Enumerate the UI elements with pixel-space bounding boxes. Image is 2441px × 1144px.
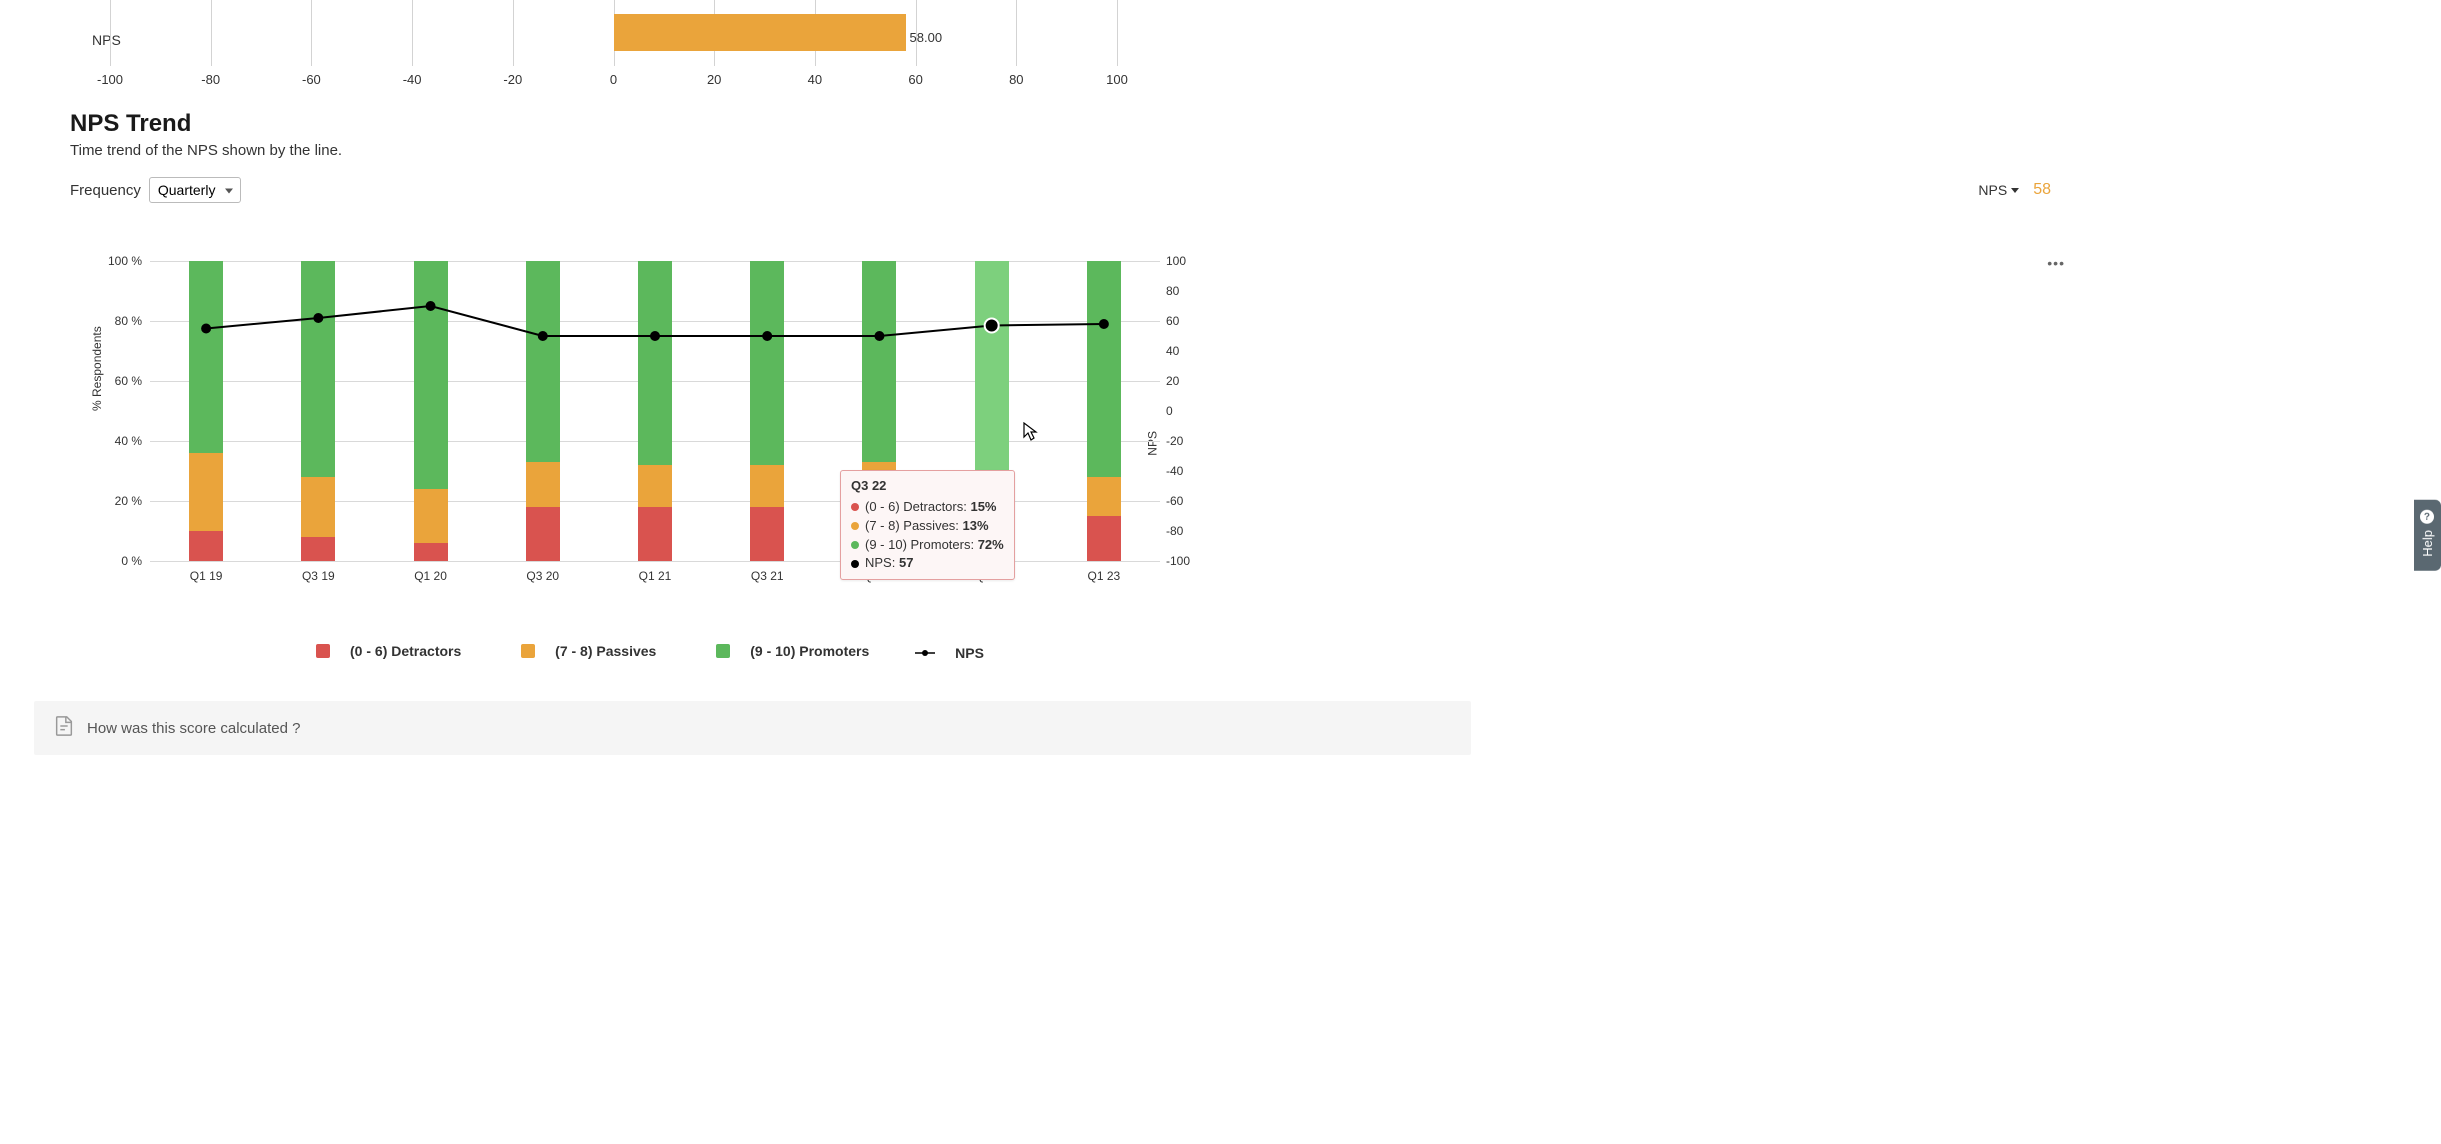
nps-top-tick: 40 (808, 72, 822, 87)
nps-top-chart: NPS -100-80-60-40-2002040608010058.00 (70, 0, 2371, 92)
nps-metric-label: NPS (1978, 182, 2007, 198)
right-tick: 60 (1166, 314, 1200, 328)
nps-metric-dropdown[interactable]: NPS (1978, 182, 2019, 198)
category-label: Q3 21 (751, 569, 784, 583)
tooltip-dot-promoters (851, 541, 859, 549)
help-side-tab[interactable]: Help ? (2414, 500, 2441, 571)
nps-top-plot: -100-80-60-40-2002040608010058.00 (110, 0, 1117, 92)
left-tick: 60 % (106, 374, 142, 388)
nps-top-tick: -40 (403, 72, 422, 87)
section-title: NPS Trend (70, 110, 2371, 138)
left-tick: 40 % (106, 434, 142, 448)
right-tick: -60 (1166, 494, 1200, 508)
category-label: Q3 19 (302, 569, 335, 583)
category-label: Q1 20 (414, 569, 447, 583)
category-label: Q1 19 (190, 569, 223, 583)
tooltip-dot-nps (851, 560, 859, 568)
section-subtitle: Time trend of the NPS shown by the line. (70, 142, 2371, 159)
right-tick: 0 (1166, 404, 1200, 418)
right-tick: -80 (1166, 524, 1200, 538)
nps-top-tick: 100 (1106, 72, 1128, 87)
nps-current-value: 58 (2033, 181, 2051, 199)
legend-detractors[interactable]: (0 - 6) Detractors (302, 643, 475, 659)
frequency-select[interactable]: Quarterly (149, 177, 241, 203)
left-tick: 0 % (106, 554, 142, 568)
nps-top-tick: 0 (610, 72, 617, 87)
left-tick: 20 % (106, 494, 142, 508)
frequency-label: Frequency (70, 182, 141, 199)
category-label: Q1 21 (639, 569, 672, 583)
frequency-select-wrap: Quarterly (149, 177, 241, 203)
nps-top-bar (614, 14, 906, 51)
category-label: Q3 20 (526, 569, 559, 583)
left-tick: 80 % (106, 314, 142, 328)
right-tick: -100 (1166, 554, 1200, 568)
legend-nps[interactable]: NPS (915, 645, 998, 661)
nps-top-tick: -60 (302, 72, 321, 87)
legend-passives[interactable]: (7 - 8) Passives (507, 643, 670, 659)
left-axis-title: % Respondents (90, 326, 104, 411)
nps-top-tick: -100 (97, 72, 123, 87)
chart-tooltip: Q3 22 (0 - 6) Detractors: 15% (7 - 8) Pa… (840, 470, 1015, 580)
legend-promoters[interactable]: (9 - 10) Promoters (702, 643, 883, 659)
tooltip-dot-passives (851, 522, 859, 530)
nps-trend-chart: ••• % Respondents NPS 0 % 20 % 40 % 60 % 80 … (70, 231, 2371, 661)
note-icon (53, 715, 75, 741)
help-icon: ? (2421, 510, 2435, 524)
controls-row: Frequency Quarterly NPS 58 (70, 177, 2371, 203)
right-tick: -20 (1166, 434, 1200, 448)
tooltip-dot-detractors (851, 503, 859, 511)
nps-top-tick: 20 (707, 72, 721, 87)
chart-legend: (0 - 6) Detractors (7 - 8) Passives (9 -… (70, 643, 1230, 661)
right-tick: 40 (1166, 344, 1200, 358)
nps-top-tick: -20 (503, 72, 522, 87)
footer-info-card[interactable]: How was this score calculated ? (34, 701, 1471, 755)
left-tick: 100 % (106, 254, 142, 268)
footer-text: How was this score calculated ? (87, 720, 300, 737)
tooltip-title: Q3 22 (851, 477, 1004, 496)
nps-top-tick: 60 (908, 72, 922, 87)
right-tick: 20 (1166, 374, 1200, 388)
nps-top-tick: -80 (201, 72, 220, 87)
category-label: Q1 23 (1088, 569, 1121, 583)
chart-menu-icon[interactable]: ••• (2047, 255, 2065, 271)
right-tick: -40 (1166, 464, 1200, 478)
right-tick: 100 (1166, 254, 1200, 268)
nps-top-value-label: 58.00 (910, 30, 943, 45)
nps-top-tick: 80 (1009, 72, 1023, 87)
right-tick: 80 (1166, 284, 1200, 298)
